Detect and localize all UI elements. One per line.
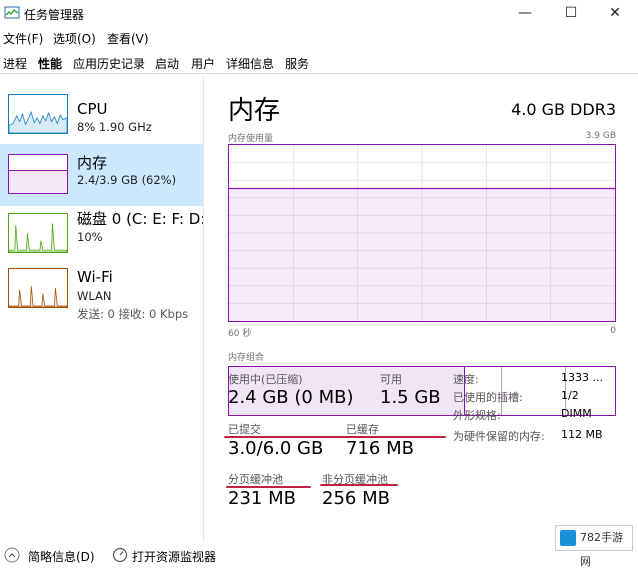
hardware-reserved-label: 为硬件保留的内存: xyxy=(453,430,545,443)
sidebar-item-wifi[interactable]: Wi-Fi WLAN 发送: 0 接收: 0 Kbps xyxy=(0,268,203,330)
tab-users[interactable]: 用户 xyxy=(191,55,215,72)
paged-pool-label: 分页缓冲池 xyxy=(228,473,283,486)
tab-services[interactable]: 服务 xyxy=(285,55,309,72)
menu-view[interactable]: 查看(V) xyxy=(107,30,149,47)
window-title: 任务管理器 xyxy=(24,8,85,22)
resource-monitor-icon xyxy=(112,547,128,563)
chevron-up-icon[interactable] xyxy=(4,547,20,563)
committed-value: 3.0/6.0 GB xyxy=(228,438,324,459)
sidebar-item-memory[interactable]: 内存 2.4/3.9 GB (62%) xyxy=(0,144,203,206)
sidebar-wifi-sub: WLAN xyxy=(77,289,112,303)
menu-bar: 文件(F) 选项(O) 查看(V) xyxy=(0,28,638,48)
nonpaged-pool-value: 256 MB xyxy=(322,488,390,509)
sidebar-cpu-sub: 8% 1.90 GHz xyxy=(77,120,152,134)
maximize-button[interactable]: ☐ xyxy=(548,0,594,27)
memory-spec: 4.0 GB DDR3 xyxy=(511,100,616,119)
hardware-reserved-value: 112 MB xyxy=(561,428,603,441)
in-use-value: 2.4 GB (0 MB) xyxy=(228,387,354,408)
form-factor-value: DIMM xyxy=(561,407,592,420)
annotation-underline xyxy=(226,486,311,488)
tab-startup[interactable]: 启动 xyxy=(155,55,179,72)
available-value: 1.5 GB xyxy=(380,387,441,408)
sidebar-cpu-label: CPU xyxy=(77,100,108,118)
committed-label: 已提交 xyxy=(228,423,261,436)
tab-processes[interactable]: 进程 xyxy=(3,55,27,72)
tab-performance[interactable]: 性能 xyxy=(38,55,62,72)
tab-details[interactable]: 详细信息 xyxy=(226,55,274,72)
menu-options[interactable]: 选项(O) xyxy=(53,30,96,47)
close-button[interactable]: ✕ xyxy=(592,0,638,27)
tab-app-history[interactable]: 应用历史记录 xyxy=(73,55,145,72)
paged-pool-value: 231 MB xyxy=(228,488,296,509)
composition-label: 内存组合 xyxy=(228,353,265,363)
cached-value: 716 MB xyxy=(346,438,414,459)
sidebar-item-cpu[interactable]: CPU 8% 1.90 GHz xyxy=(0,84,203,146)
memory-detail-panel: 内存 4.0 GB DDR3 内存使用量 3.9 GB 60 秒 0 内存组合 xyxy=(204,76,638,541)
fewer-details-link[interactable]: 简略信息(D) xyxy=(28,548,95,565)
sidebar-wifi-label: Wi-Fi xyxy=(77,268,113,286)
cpu-thumbnail-graph xyxy=(8,94,68,134)
footer-bar: 简略信息(D) 打开资源监视器 xyxy=(0,541,638,571)
in-use-label: 使用中(已压缩) xyxy=(228,373,303,386)
sidebar-wifi-rate: 发送: 0 接收: 0 Kbps xyxy=(77,307,189,321)
slots-value: 1/2 xyxy=(561,389,579,402)
site-logo-icon xyxy=(560,530,576,546)
task-manager-icon xyxy=(4,6,20,19)
time-axis-end: 0 xyxy=(610,326,616,336)
usage-graph-label: 内存使用量 xyxy=(228,134,274,144)
annotation-underline xyxy=(320,484,398,486)
sidebar-disk-sub: 10% xyxy=(77,230,103,244)
memory-usage-graph xyxy=(228,144,616,322)
time-axis-start: 60 秒 xyxy=(228,329,252,339)
title-bar: 任务管理器 — ☐ ✕ xyxy=(0,0,638,27)
form-factor-label: 外形规格: xyxy=(453,409,501,422)
page-title: 内存 xyxy=(228,96,281,126)
cached-label: 已缓存 xyxy=(346,423,379,436)
disk-thumbnail-graph xyxy=(8,213,68,253)
wifi-thumbnail-graph xyxy=(8,268,68,308)
menu-file[interactable]: 文件(F) xyxy=(3,30,43,47)
annotation-underline xyxy=(224,436,446,438)
memory-thumbnail-graph xyxy=(8,154,68,194)
sidebar-disk-label: 磁盘 0 (C: E: F: D: xyxy=(77,210,206,228)
speed-value: 1333 ... xyxy=(561,371,603,384)
task-manager-window: 任务管理器 — ☐ ✕ 文件(F) 选项(O) 查看(V) 进程 性能 应用历史… xyxy=(0,0,638,571)
open-resource-monitor-link[interactable]: 打开资源监视器 xyxy=(132,548,216,565)
usage-graph-max: 3.9 GB xyxy=(585,131,616,141)
speed-label: 速度: xyxy=(453,373,479,386)
tab-bar: 进程 性能 应用历史记录 启动 用户 详细信息 服务 xyxy=(0,51,638,74)
minimize-button[interactable]: — xyxy=(502,0,548,27)
sidebar-item-disk[interactable]: 磁盘 0 (C: E: F: D: 10% xyxy=(0,206,206,268)
slots-label: 已使用的插槽: xyxy=(453,391,523,404)
sidebar-memory-label: 内存 xyxy=(77,154,108,172)
available-label: 可用 xyxy=(380,373,402,386)
sidebar-memory-sub: 2.4/3.9 GB (62%) xyxy=(77,173,177,187)
site-badge: 782手游网 xyxy=(555,525,633,568)
resource-sidebar: CPU 8% 1.90 GHz 内存 2.4/3.9 GB (62%) 磁盘 0… xyxy=(0,76,206,541)
